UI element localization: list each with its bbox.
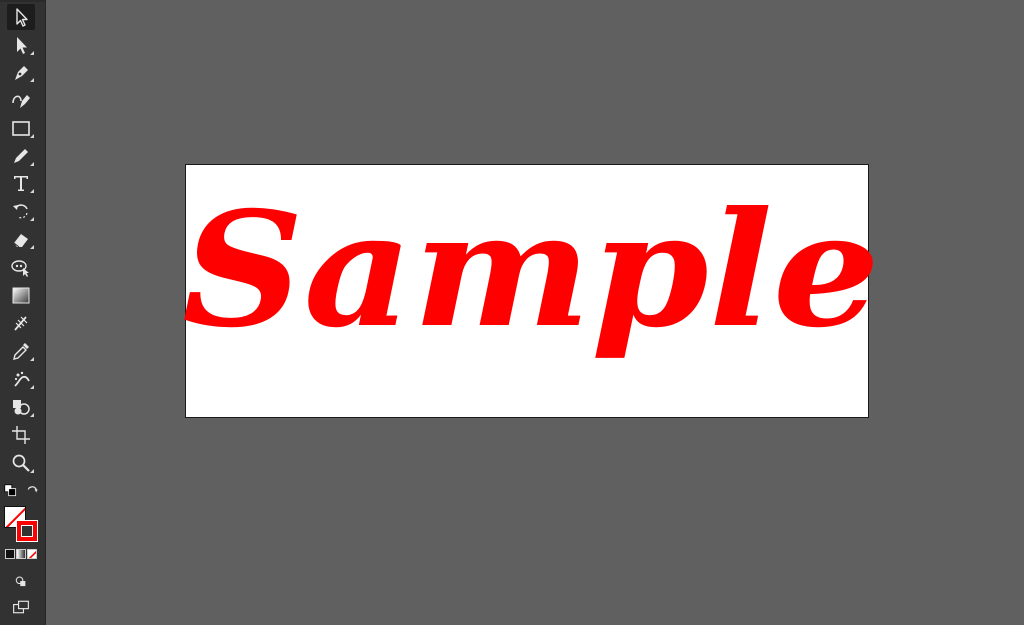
color-mode-row (5, 549, 39, 561)
submenu-triangle-icon (30, 385, 34, 389)
symbol-sprayer-icon (14, 371, 30, 387)
stroke-swatch-red[interactable] (16, 520, 38, 542)
screen-mode-button[interactable] (7, 594, 35, 620)
draw-mode-icon (15, 576, 26, 587)
screen-mode-icon (13, 600, 29, 614)
curvature-tool[interactable] (7, 87, 35, 113)
artboard[interactable] (185, 164, 869, 418)
curvature-pen-icon (12, 95, 30, 108)
selection-arrow-icon (16, 8, 28, 27)
rotate-icon (13, 204, 28, 219)
artboard-tool[interactable] (7, 422, 35, 448)
submenu-triangle-icon (30, 134, 34, 138)
puppet-warp-icon (11, 260, 29, 277)
eraser-tool[interactable] (7, 226, 35, 252)
symbol-sprayer-tool[interactable] (7, 366, 35, 392)
eyedropper-tool[interactable] (7, 338, 35, 364)
pencil-icon (14, 149, 28, 163)
type-tool[interactable] (7, 170, 35, 196)
fill-stroke-swatches (4, 506, 40, 542)
puppet-warp-tool[interactable] (7, 254, 35, 280)
gradient-tool[interactable] (7, 282, 35, 308)
submenu-triangle-icon (30, 469, 34, 473)
pen-tool[interactable] (7, 59, 35, 85)
type-icon (14, 176, 28, 191)
direct-selection-arrow-icon (17, 37, 27, 54)
pencil-tool[interactable] (7, 143, 35, 169)
submenu-triangle-icon (30, 357, 34, 361)
mesh-tool[interactable] (7, 310, 35, 336)
artboard-icon (12, 426, 30, 444)
none-slash-icon (28, 550, 36, 558)
submenu-triangle-icon (30, 217, 34, 221)
tools-panel (0, 0, 46, 625)
pen-icon (15, 66, 28, 80)
eraser-icon (13, 234, 28, 248)
draw-mode-button[interactable] (7, 568, 35, 594)
default-colors-button[interactable] (2, 482, 20, 500)
submenu-triangle-icon (30, 189, 34, 193)
submenu-triangle-icon (30, 245, 34, 249)
mesh-icon (14, 316, 28, 331)
submenu-triangle-icon (30, 51, 34, 55)
zoom-tool[interactable] (7, 450, 35, 476)
rectangle-icon (12, 121, 30, 136)
rectangle-tool[interactable] (7, 115, 35, 141)
default-fill-stroke-icon (4, 484, 17, 497)
submenu-triangle-icon (30, 78, 34, 82)
rotate-tool[interactable] (7, 198, 35, 224)
direct-selection-tool[interactable] (7, 32, 35, 58)
submenu-triangle-icon (30, 162, 34, 166)
color-mode-button[interactable] (5, 549, 15, 559)
none-mode-button[interactable] (27, 549, 37, 559)
eyedropper-icon (13, 343, 29, 360)
shape-builder-icon (13, 400, 30, 415)
gradient-icon (12, 287, 30, 304)
shape-builder-tool[interactable] (7, 394, 35, 420)
zoom-icon (12, 454, 30, 472)
submenu-triangle-icon (30, 413, 34, 417)
swap-arrow-icon (27, 486, 38, 493)
swap-colors-button[interactable] (24, 482, 42, 500)
toolbar-header (0, 0, 46, 2)
gradient-mode-button[interactable] (16, 549, 26, 559)
selection-tool[interactable] (7, 4, 35, 30)
